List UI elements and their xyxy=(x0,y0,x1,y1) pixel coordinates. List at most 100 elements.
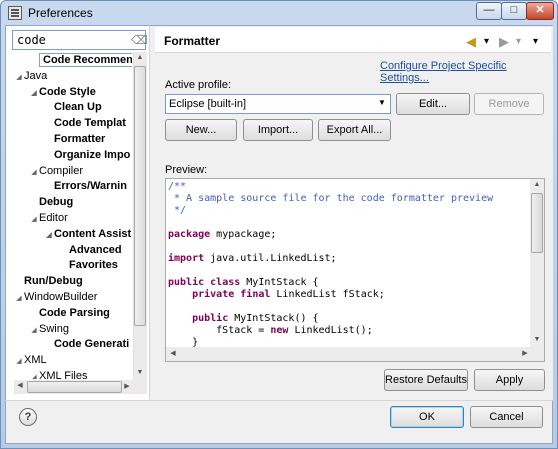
combo-arrow-icon[interactable]: ▼ xyxy=(378,98,386,107)
tree-vertical-scroll-thumb[interactable] xyxy=(134,66,146,326)
tree-item-label: Code Style xyxy=(39,85,96,98)
expand-twisty-icon[interactable]: ◢ xyxy=(14,291,24,307)
code-token: import xyxy=(168,253,205,264)
code-token: public xyxy=(168,277,205,288)
title-bar[interactable]: Preferences — □ ✕ xyxy=(0,0,558,26)
tree-item[interactable]: Run/Debug xyxy=(14,273,83,289)
tree-item-label: Favorites xyxy=(69,259,118,272)
tree-item[interactable]: ◢ Editor xyxy=(29,210,68,228)
restore-defaults-button[interactable]: Restore Defaults xyxy=(384,369,468,391)
new-profile-button[interactable]: New... xyxy=(165,119,237,141)
remove-button[interactable]: Remove xyxy=(474,93,544,115)
tree-item-label: Code Templat xyxy=(54,117,126,130)
tree-item-label: Editor xyxy=(39,212,68,224)
code-line: package mypackage; xyxy=(168,229,528,241)
tree-item[interactable]: ◢ Swing xyxy=(29,321,69,337)
preview-panel[interactable]: /** * A sample source file for the code … xyxy=(165,178,545,362)
preview-scroll-right-icon[interactable]: ▶ xyxy=(519,348,531,360)
code-token: class xyxy=(210,277,241,288)
scroll-left-arrow-icon[interactable]: ◀ xyxy=(14,380,26,392)
tree-item[interactable]: ◢ WindowBuilder xyxy=(14,289,97,305)
tree-item[interactable]: Organize Impo xyxy=(44,147,130,163)
tree-item-label: Code Generati xyxy=(54,338,130,351)
code-token: /** xyxy=(168,181,187,192)
tree-item-label: Content Assist xyxy=(54,227,132,240)
ok-button[interactable]: OK xyxy=(390,406,464,428)
tree-item[interactable]: ◢ Code Style xyxy=(29,84,96,100)
tree-item[interactable]: ◢ Content Assist xyxy=(44,226,131,242)
preview-vertical-scroll-thumb[interactable] xyxy=(531,193,543,253)
tree-item[interactable]: ◢ XML xyxy=(14,352,46,370)
tree-item[interactable]: Code Generati xyxy=(44,336,129,352)
code-line: fStack = new LinkedList(); xyxy=(168,325,528,337)
minimize-button[interactable]: — xyxy=(476,2,502,20)
page-title: Formatter xyxy=(164,34,221,48)
preview-code: /** * A sample source file for the code … xyxy=(168,181,528,349)
tree-item-label: Code Recommenders xyxy=(39,53,132,67)
code-token: mypackage; xyxy=(210,229,277,240)
close-button[interactable]: ✕ xyxy=(526,2,554,20)
tree-item[interactable]: Debug xyxy=(29,194,73,210)
scroll-up-arrow-icon[interactable]: ▲ xyxy=(134,52,146,64)
maximize-button[interactable]: □ xyxy=(501,2,527,20)
code-token: LinkedList(); xyxy=(288,325,373,336)
edit-button[interactable]: Edit... xyxy=(396,93,470,115)
clear-filter-icon[interactable]: ⌫ xyxy=(131,33,148,47)
apply-button[interactable]: Apply xyxy=(474,369,545,391)
tree-horizontal-scroll-thumb[interactable] xyxy=(27,381,122,393)
configure-project-settings-link[interactable]: Configure Project Specific Settings... xyxy=(380,60,558,84)
tree-item[interactable]: Errors/Warnin xyxy=(44,178,127,194)
export-all-button[interactable]: Export All... xyxy=(318,119,391,141)
footer-separator xyxy=(5,400,553,401)
code-token: final xyxy=(240,289,271,300)
tree-item[interactable]: Favorites xyxy=(59,257,118,273)
tree-item[interactable]: Advanced xyxy=(59,242,122,258)
code-line: private final LinkedList fStack; xyxy=(168,289,528,301)
preview-scroll-down-icon[interactable]: ▼ xyxy=(531,334,543,346)
expand-twisty-icon[interactable]: ◢ xyxy=(29,212,39,228)
expand-twisty-icon[interactable]: ◢ xyxy=(14,354,24,370)
tree-item[interactable]: ◢ XML Files xyxy=(29,368,88,379)
code-token: public xyxy=(192,313,229,324)
code-token: java.util.LinkedList; xyxy=(204,253,337,264)
preview-scroll-left-icon[interactable]: ◀ xyxy=(167,348,179,360)
tree-item[interactable]: Code Parsing xyxy=(29,305,110,321)
code-token: private xyxy=(192,289,235,300)
tree-item-label: Debug xyxy=(39,196,74,209)
preview-scroll-up-icon[interactable]: ▲ xyxy=(531,179,543,191)
view-menu-icon[interactable]: ▾ xyxy=(533,36,538,47)
code-line: */ xyxy=(168,205,528,217)
code-token: package xyxy=(168,229,211,240)
code-line: public MyIntStack() { xyxy=(168,313,528,325)
scroll-down-arrow-icon[interactable]: ▼ xyxy=(134,367,146,379)
scroll-right-arrow-icon[interactable]: ▶ xyxy=(121,381,133,393)
code-line: /** xyxy=(168,181,528,193)
tree-item[interactable]: Code Templat xyxy=(44,115,126,131)
tree-item[interactable]: Code Recommenders xyxy=(29,52,132,68)
import-profile-button[interactable]: Import... xyxy=(243,119,313,141)
forward-dropdown-icon[interactable]: ▾ xyxy=(516,36,521,47)
expand-twisty-icon[interactable]: ◢ xyxy=(14,70,24,86)
preferences-app-icon xyxy=(8,6,22,20)
expand-twisty-icon[interactable]: ◢ xyxy=(44,228,54,244)
back-dropdown-icon[interactable]: ▾ xyxy=(484,36,489,47)
tree-item[interactable]: ◢ Java xyxy=(14,68,47,84)
tree-item-label: XML Files xyxy=(39,370,88,379)
code-token: new xyxy=(270,325,289,336)
expand-twisty-icon[interactable]: ◢ xyxy=(29,370,39,379)
forward-arrow-icon[interactable]: ▶ xyxy=(499,34,509,50)
preview-horizontal-scrollbar[interactable]: ◀ ▶ xyxy=(166,347,544,361)
expand-twisty-icon[interactable]: ◢ xyxy=(29,323,39,339)
cancel-button[interactable]: Cancel xyxy=(470,406,543,428)
help-icon[interactable]: ? xyxy=(19,408,37,426)
back-arrow-icon[interactable]: ◀ xyxy=(466,34,476,50)
tree-item[interactable]: ◢ Compiler xyxy=(29,163,83,179)
tree-item[interactable]: Formatter xyxy=(44,131,105,147)
expand-twisty-icon[interactable]: ◢ xyxy=(29,165,39,181)
tree-item[interactable]: Clean Up xyxy=(44,99,102,115)
expand-twisty-icon[interactable]: ◢ xyxy=(29,86,39,102)
